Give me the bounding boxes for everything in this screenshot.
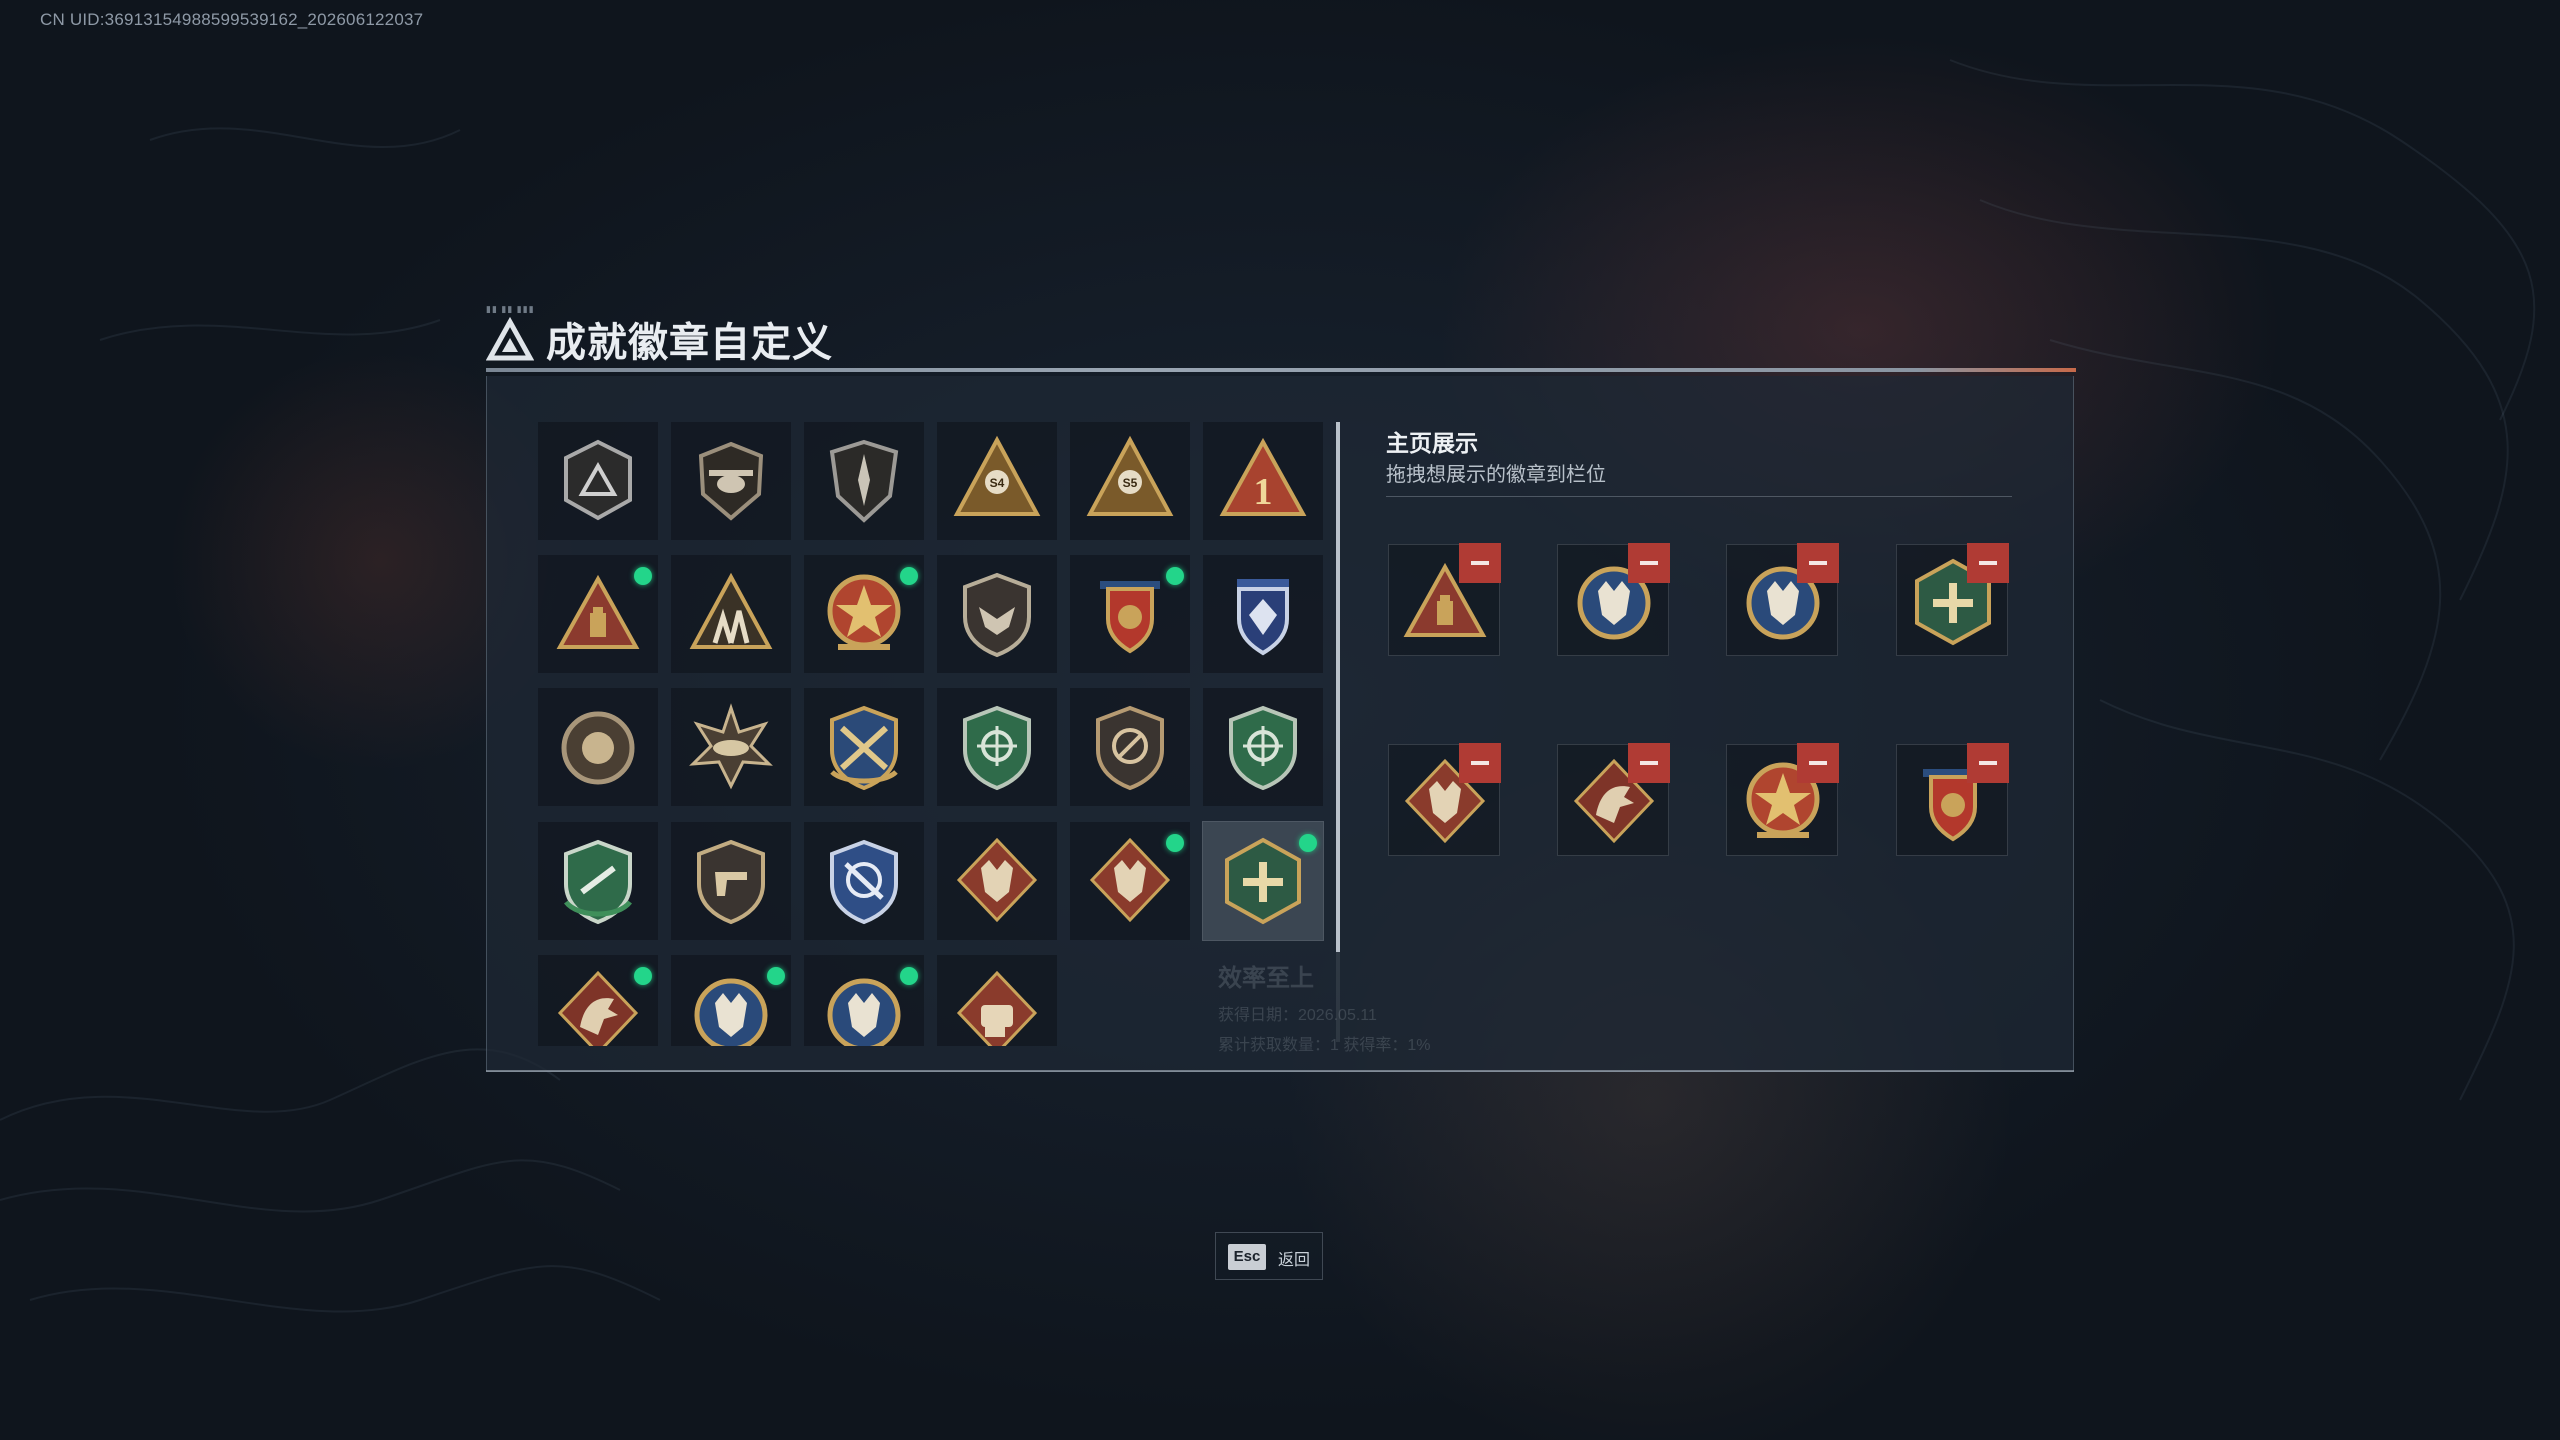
badge-cell[interactable] xyxy=(538,822,658,940)
shield-triangle-badge-icon xyxy=(564,439,632,521)
showcase-divider xyxy=(1386,496,2012,497)
badge-cell[interactable] xyxy=(538,422,658,540)
showcase-slot[interactable] xyxy=(1726,743,1839,856)
new-indicator-dot xyxy=(1299,834,1317,852)
remove-badge-button[interactable] xyxy=(1628,543,1670,583)
svg-text:1: 1 xyxy=(1254,471,1273,513)
triangle-number-one-badge-icon: 1 xyxy=(1219,437,1307,516)
badge-cell[interactable] xyxy=(937,688,1057,806)
badge-cell[interactable] xyxy=(804,422,924,540)
remove-badge-button[interactable] xyxy=(1967,543,2009,583)
badge-cell[interactable] xyxy=(1203,688,1323,806)
badge-cell[interactable] xyxy=(671,422,791,540)
badge-cell[interactable] xyxy=(671,688,791,806)
panel-bottom-border xyxy=(486,1070,2074,1072)
uid-label: CN UID:369131549885995391​62_20260612203… xyxy=(40,10,424,29)
wolf-diamond-badge-icon xyxy=(956,837,1038,923)
pistol-shield-badge-icon xyxy=(697,839,765,925)
showcase-slot[interactable] xyxy=(1557,743,1670,856)
new-indicator-dot xyxy=(634,567,652,585)
title-deco-ticks: ▮▮ ▮▮ ▮▮▮ xyxy=(486,304,535,314)
tooltip-stats: 累计获取数量：1 获得率：1% xyxy=(1218,1037,1431,1054)
blue-crest-badge-icon xyxy=(1237,579,1289,656)
badge-cell[interactable] xyxy=(937,822,1057,940)
green-crosshair-shield-badge-icon xyxy=(963,705,1031,791)
badge-cell[interactable] xyxy=(804,822,924,940)
new-indicator-dot xyxy=(900,567,918,585)
badge-cell[interactable]: 1 xyxy=(1203,422,1323,540)
badge-cell[interactable] xyxy=(671,822,791,940)
badge-grid[interactable]: S4 S5 1 xyxy=(538,422,1326,1046)
badge-cell[interactable] xyxy=(538,555,658,673)
badge-cell[interactable] xyxy=(671,955,791,1046)
badge-cell[interactable] xyxy=(804,688,924,806)
tooltip-date: 获得日期：2026.05.11 xyxy=(1218,1007,1377,1024)
pyramid-s4-badge-icon: S4 xyxy=(953,435,1041,516)
showcase-title: 主页展示 xyxy=(1386,430,1478,456)
esc-key-icon: Esc xyxy=(1228,1244,1266,1270)
badge-cell[interactable] xyxy=(937,955,1057,1046)
new-indicator-dot xyxy=(767,967,785,985)
pyramid-s5-badge-icon: S5 xyxy=(1086,435,1174,516)
badge-cell[interactable] xyxy=(1202,821,1324,941)
fist-diamond-badge-icon xyxy=(956,970,1038,1046)
showcase-slot[interactable] xyxy=(1896,743,2009,856)
helicopter-shield-badge-icon xyxy=(698,441,764,521)
badge-cell[interactable] xyxy=(937,555,1057,673)
winged-shield-badge-icon xyxy=(829,439,899,523)
delta-logo-icon xyxy=(486,316,534,361)
svg-text:S5: S5 xyxy=(1123,476,1138,490)
new-indicator-dot xyxy=(900,967,918,985)
remove-badge-button[interactable] xyxy=(1797,543,1839,583)
badge-cell[interactable] xyxy=(538,955,658,1046)
title-underline xyxy=(486,368,2076,372)
showcase-slot[interactable] xyxy=(1726,543,1839,656)
showcase-slot[interactable] xyxy=(1896,543,2009,656)
page-title: 成就徽章自定义 xyxy=(546,321,833,365)
showcase-slot[interactable] xyxy=(1388,743,1501,856)
new-indicator-dot xyxy=(1166,567,1184,585)
remove-badge-button[interactable] xyxy=(1459,543,1501,583)
bronze-circle-shield-badge-icon xyxy=(1096,705,1164,791)
badge-cell[interactable] xyxy=(804,955,924,1046)
badge-cell[interactable] xyxy=(671,555,791,673)
remove-badge-button[interactable] xyxy=(1797,743,1839,783)
remove-badge-button[interactable] xyxy=(1967,743,2009,783)
round-emblem-badge-icon xyxy=(561,711,635,785)
gold-triangle-figures-badge-icon xyxy=(689,572,773,649)
badge-cell[interactable] xyxy=(538,688,658,806)
badge-tooltip: 效率至上 获得日期：2026.05.11 累计获取数量：1 获得率：1% xyxy=(1218,958,1430,1055)
new-indicator-dot xyxy=(1166,834,1184,852)
showcase-slot[interactable] xyxy=(1388,543,1501,656)
remove-badge-button[interactable] xyxy=(1628,743,1670,783)
back-label: 返回 xyxy=(1278,1252,1311,1269)
showcase-slot[interactable] xyxy=(1557,543,1670,656)
svg-text:S4: S4 xyxy=(990,476,1005,490)
badge-cell[interactable] xyxy=(1070,555,1190,673)
badge-cell[interactable] xyxy=(1070,822,1190,940)
back-button[interactable]: Esc 返回 xyxy=(1215,1232,1323,1280)
eagle-shield-badge-icon xyxy=(963,572,1031,658)
remove-badge-button[interactable] xyxy=(1459,743,1501,783)
badge-cell[interactable] xyxy=(1070,688,1190,806)
tooltip-badge-name: 效率至上 xyxy=(1218,965,1314,992)
blue-crossed-rifles-badge-icon xyxy=(830,839,898,925)
crossed-rifles-badge-icon xyxy=(830,705,898,791)
title-section: ▮▮ ▮▮ ▮▮▮ 成就徽章自定义 xyxy=(486,300,2076,380)
badge-cell[interactable]: S4 xyxy=(937,422,1057,540)
badge-cell[interactable] xyxy=(804,555,924,673)
scrollbar-thumb[interactable] xyxy=(1336,422,1340,952)
green-crosshair-shield-badge-icon xyxy=(1229,705,1297,791)
badge-cell[interactable]: S5 xyxy=(1070,422,1190,540)
green-laurel-shield-badge-icon xyxy=(564,839,632,925)
sunburst-badge-icon xyxy=(689,703,773,790)
showcase-subtitle: 拖拽想展示的徽章到栏位 xyxy=(1386,464,1606,486)
new-indicator-dot xyxy=(634,967,652,985)
badge-cell[interactable] xyxy=(1203,555,1323,673)
